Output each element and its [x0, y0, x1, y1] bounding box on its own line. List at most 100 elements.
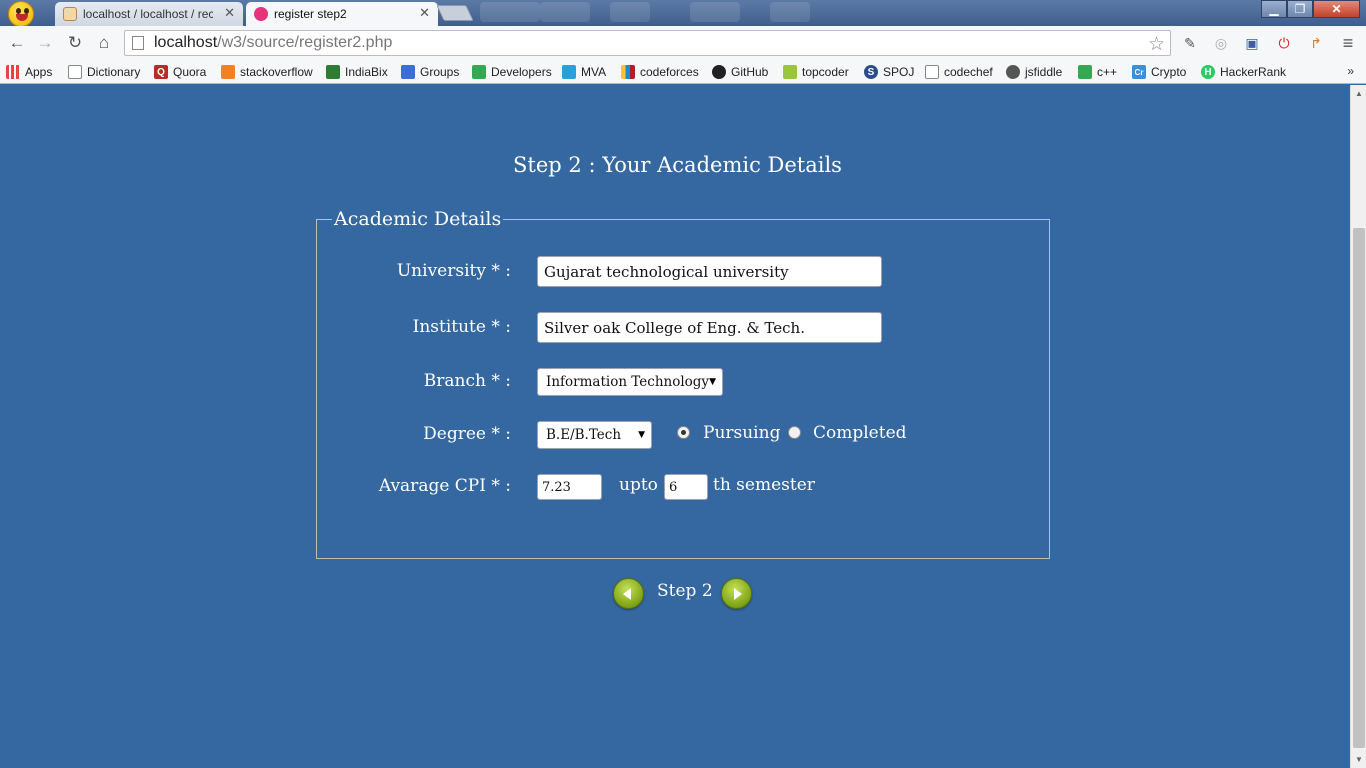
scroll-up-icon[interactable]: ▲: [1355, 89, 1363, 98]
bookmark-developers[interactable]: Developers: [472, 63, 552, 81]
home-icon[interactable]: ⌂: [93, 32, 115, 54]
codeforces-icon: [621, 65, 635, 79]
github-icon: [712, 65, 726, 79]
bookmark-codechef[interactable]: codechef: [925, 63, 993, 81]
bookmark-cpp[interactable]: c++: [1078, 63, 1117, 81]
apps-icon: [6, 65, 20, 79]
mva-icon: [562, 65, 576, 79]
bookmark-dictionary[interactable]: Dictionary: [68, 63, 140, 81]
page-icon: [925, 65, 939, 79]
bookmark-quora[interactable]: Q Quora: [154, 63, 206, 81]
bookmark-label: codechef: [944, 65, 993, 79]
bookmark-label: c++: [1097, 65, 1118, 79]
dropdown-caret-icon: ▼: [638, 430, 645, 440]
cpi-input[interactable]: 7.23: [537, 474, 602, 500]
spoj-icon: S: [864, 65, 878, 79]
degree-selected-value: B.E/B.Tech: [546, 427, 622, 443]
close-icon[interactable]: ✕: [419, 5, 430, 21]
background-blur: [690, 2, 740, 22]
branch-label: Branch * :: [423, 371, 511, 391]
university-label: University * :: [396, 261, 511, 281]
indiabix-icon: [326, 65, 340, 79]
right-arrow-icon: [734, 588, 742, 600]
eyedropper-icon[interactable]: ✎: [1180, 33, 1200, 53]
pursuing-radio[interactable]: [677, 426, 690, 439]
university-input[interactable]: Gujarat technological university: [537, 256, 882, 287]
bookmark-star-icon[interactable]: ☆: [1148, 33, 1165, 56]
step-indicator: Step 2: [657, 581, 713, 601]
url-path: /w3/source/register2.php: [217, 34, 393, 51]
page-favicon-icon: [254, 7, 268, 21]
degree-select[interactable]: B.E/B.Tech ▼: [537, 421, 652, 449]
vertical-scrollbar[interactable]: ▲ ▼: [1350, 85, 1366, 768]
close-icon[interactable]: ✕: [224, 5, 235, 21]
quora-icon: Q: [154, 65, 168, 79]
semester-suffix-text: th semester: [713, 475, 815, 495]
bookmark-label: HackerRank: [1220, 65, 1287, 79]
bookmark-mva[interactable]: MVA: [562, 63, 606, 81]
previous-step-button[interactable]: [613, 578, 644, 609]
url-text[interactable]: localhost/w3/source/register2.php: [154, 34, 392, 52]
browser-toolbar: ← → ↻ ⌂ localhost/w3/source/register2.ph…: [0, 26, 1366, 60]
extension-orange-icon[interactable]: ↱: [1306, 33, 1326, 53]
bookmark-label: Groups: [420, 65, 460, 79]
left-arrow-icon: [623, 588, 631, 600]
minimize-button[interactable]: ▁: [1261, 0, 1287, 18]
bookmark-topcoder[interactable]: topcoder: [783, 63, 849, 81]
power-extension-icon[interactable]: ⏻: [1274, 33, 1294, 53]
tab-title: localhost / localhost / rec: [83, 7, 213, 21]
tab-phpmyadmin[interactable]: localhost / localhost / rec ✕: [55, 2, 243, 26]
branch-select[interactable]: Information Technology ▼: [537, 368, 723, 396]
bookmark-github[interactable]: GitHub: [712, 63, 768, 81]
extension-circle-icon[interactable]: ◎: [1211, 33, 1231, 53]
bookmark-indiabix[interactable]: IndiaBix: [326, 63, 388, 81]
back-arrow-icon[interactable]: ←: [6, 32, 28, 54]
institute-input[interactable]: Silver oak College of Eng. & Tech.: [537, 312, 882, 343]
phpmyadmin-icon: [63, 7, 77, 21]
bookmarks-overflow-chevron-icon[interactable]: »: [1347, 64, 1354, 78]
bookmark-groups[interactable]: Groups: [401, 63, 459, 81]
address-bar[interactable]: localhost/w3/source/register2.php ☆: [124, 30, 1171, 56]
scroll-down-icon[interactable]: ▼: [1355, 755, 1363, 764]
bookmark-label: Developers: [491, 65, 552, 79]
semester-input[interactable]: 6: [664, 474, 708, 500]
background-blur: [770, 2, 810, 22]
bookmark-label: Crypto: [1151, 65, 1187, 79]
degree-label: Degree * :: [423, 424, 511, 444]
fieldset-legend: Academic Details: [332, 208, 504, 230]
bookmark-label: Dictionary: [87, 65, 141, 79]
new-tab-button[interactable]: [436, 5, 474, 21]
crypto-icon: Cr: [1132, 65, 1146, 79]
bookmark-stackoverflow[interactable]: stackoverflow: [221, 63, 313, 81]
completed-label: Completed: [813, 423, 907, 443]
bookmark-label: IndiaBix: [345, 65, 388, 79]
window-close-button[interactable]: ✕: [1313, 0, 1360, 18]
tab-register-step2[interactable]: register step2 ✕: [246, 2, 438, 26]
bookmark-crypto[interactable]: Cr Crypto: [1132, 63, 1186, 81]
url-host: localhost: [154, 34, 218, 51]
menu-icon[interactable]: ≡: [1338, 33, 1358, 53]
reload-icon[interactable]: ↻: [64, 32, 86, 54]
bookmark-hackerrank[interactable]: H HackerRank: [1201, 63, 1286, 81]
extension-window-icon[interactable]: ▣: [1242, 33, 1262, 53]
forward-arrow-icon[interactable]: →: [34, 32, 56, 54]
maximize-button[interactable]: ❐: [1287, 0, 1313, 18]
cpp-icon: [1078, 65, 1092, 79]
completed-radio[interactable]: [788, 426, 801, 439]
background-blur: [540, 2, 590, 22]
bookmark-spoj[interactable]: S SPOJ: [864, 63, 914, 81]
window-titlebar: localhost / localhost / rec ✕ register s…: [0, 0, 1366, 27]
bookmark-jsfiddle[interactable]: jsfiddle: [1006, 63, 1062, 81]
institute-label: Institute * :: [412, 317, 511, 337]
page-title: Step 2 : Your Academic Details: [513, 153, 842, 177]
bookmark-apps[interactable]: Apps: [6, 63, 52, 81]
topcoder-icon: [783, 65, 797, 79]
scrollbar-thumb[interactable]: [1353, 228, 1365, 748]
branch-selected-value: Information Technology: [546, 374, 710, 390]
bookmark-codeforces[interactable]: codeforces: [621, 63, 699, 81]
profile-avatar-icon[interactable]: [6, 0, 36, 27]
bookmark-label: codeforces: [640, 65, 699, 79]
next-step-button[interactable]: [721, 578, 752, 609]
background-blur: [610, 2, 650, 22]
bookmark-label: stackoverflow: [240, 65, 313, 79]
